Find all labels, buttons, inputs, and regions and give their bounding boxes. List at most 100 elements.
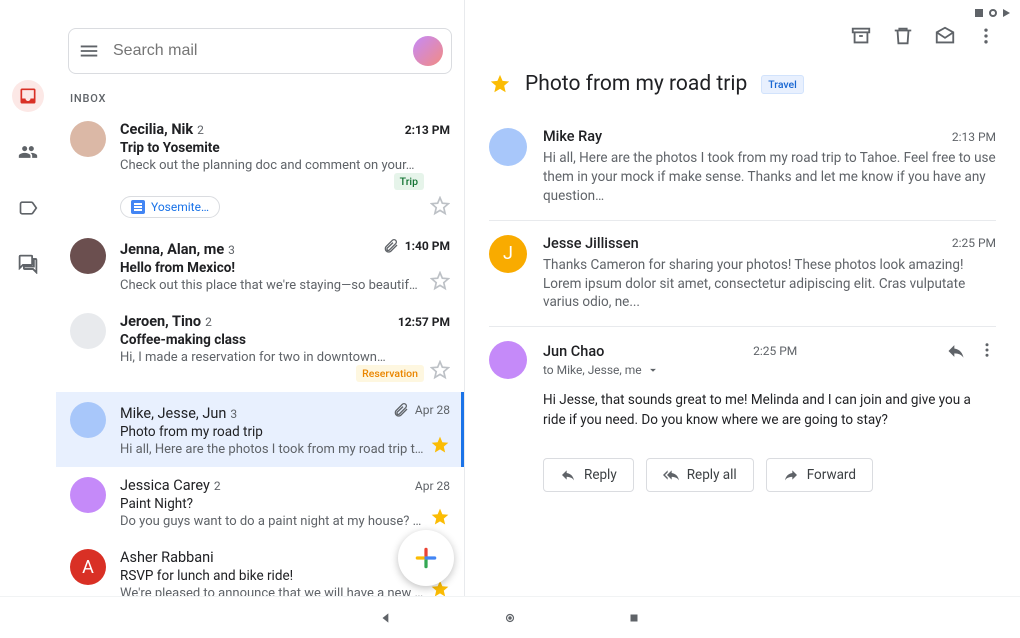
message-detail-panel: Photo from my road trip Travel Mike Ray …	[465, 0, 1020, 596]
message-list: Mike Ray 2:13 PM Hi all, Here are the ph…	[489, 114, 996, 444]
nav-inbox[interactable]	[12, 80, 44, 112]
thread-snippet: Hi all, Here are the photos I took from …	[120, 442, 450, 457]
nav-chat[interactable]	[12, 248, 44, 280]
search-input[interactable]	[113, 42, 401, 60]
reply-icon[interactable]	[946, 341, 966, 361]
thread-from: Jeroen, Tino	[120, 313, 201, 330]
thread-avatar	[70, 402, 106, 438]
thread-snippet: Do you guys want to do a paint night at …	[120, 514, 450, 529]
compose-button[interactable]	[398, 530, 454, 586]
overview-button[interactable]	[627, 611, 641, 625]
nav-people[interactable]	[12, 136, 44, 168]
reply-all-button[interactable]: Reply all	[646, 458, 754, 492]
message-from: Jun Chao	[543, 343, 604, 360]
message-from: Jesse Jillissen	[543, 235, 639, 252]
message-snippet: Hi all, Here are the photos I took from …	[543, 149, 996, 206]
account-avatar[interactable]	[413, 36, 443, 66]
thread-snippet: Check out this place that we're staying—…	[120, 278, 450, 293]
system-nav-bar	[0, 596, 1020, 638]
thread-avatar: A	[70, 549, 106, 585]
thread-list-panel: INBOX Cecilia, Nik 2 2:13 PM Trip to Yos…	[56, 0, 464, 596]
message-avatar: J	[489, 235, 527, 273]
forward-button[interactable]: Forward	[766, 458, 873, 492]
thread-item[interactable]: Cecilia, Nik 2 2:13 PM Trip to Yosemite …	[56, 111, 464, 228]
detail-title: Photo from my road trip	[525, 72, 747, 96]
thread-label: Trip	[394, 173, 424, 190]
detail-header: Photo from my road trip Travel	[489, 72, 996, 96]
thread-avatar	[70, 238, 106, 274]
menu-icon[interactable]	[77, 39, 101, 63]
thread-label: Reservation	[356, 365, 424, 382]
thread-subject: Paint Night?	[120, 496, 450, 512]
thread-time: 1:40 PM	[383, 238, 450, 254]
thread-count: 3	[228, 243, 235, 257]
people-icon	[18, 142, 38, 162]
thread-time: 2:13 PM	[405, 123, 450, 137]
thread-list: Cecilia, Nik 2 2:13 PM Trip to Yosemite …	[56, 111, 464, 596]
detail-toolbar	[489, 0, 996, 72]
thread-count: 2	[205, 315, 212, 329]
reply-button[interactable]: Reply	[543, 458, 634, 492]
section-label: INBOX	[70, 92, 464, 105]
star-toggle[interactable]	[430, 435, 450, 455]
message[interactable]: J Jesse Jillissen 2:25 PM Thanks Cameron…	[489, 220, 996, 327]
message-avatar	[489, 128, 527, 166]
thread-avatar	[70, 313, 106, 349]
thread-snippet: Hi, I made a reservation for two in down…	[120, 350, 450, 382]
message-time: 2:25 PM	[952, 236, 996, 250]
message-time: 2:13 PM	[952, 130, 996, 144]
archive-button[interactable]	[850, 25, 872, 47]
star-toggle[interactable]	[430, 196, 450, 216]
window-controls	[975, 8, 1010, 17]
message-avatar	[489, 341, 527, 379]
thread-subject: Hello from Mexico!	[120, 260, 450, 276]
thread-subject: Coffee-making class	[120, 332, 450, 348]
delete-button[interactable]	[892, 25, 914, 47]
nav-labels[interactable]	[12, 192, 44, 224]
thread-item[interactable]: Mike, Jesse, Jun 3 Apr 28 Photo from my …	[56, 392, 464, 467]
search-bar[interactable]	[68, 28, 452, 74]
detail-label[interactable]: Travel	[761, 75, 804, 94]
message-from: Mike Ray	[543, 128, 602, 145]
thread-from: Jessica Carey	[120, 477, 210, 494]
thread-item[interactable]: Jenna, Alan, me 3 1:40 PM Hello from Mex…	[56, 228, 464, 303]
star-toggle[interactable]	[430, 360, 450, 380]
reply-all-label: Reply all	[687, 467, 737, 483]
thread-count: 3	[230, 407, 237, 421]
message-snippet: Thanks Cameron for sharing your photos! …	[543, 256, 996, 313]
plus-icon	[413, 545, 439, 571]
thread-count: 2	[214, 479, 221, 493]
message[interactable]: Mike Ray 2:13 PM Hi all, Here are the ph…	[489, 114, 996, 220]
thread-time: Apr 28	[393, 402, 450, 418]
star-icon[interactable]	[489, 73, 511, 95]
label-icon	[18, 198, 38, 218]
star-toggle[interactable]	[430, 271, 450, 291]
thread-time: 12:57 PM	[398, 315, 450, 329]
chevron-down-icon	[646, 363, 660, 377]
nav-rail	[0, 0, 56, 596]
message-time: 2:25 PM	[753, 344, 797, 358]
back-button[interactable]	[379, 611, 393, 625]
thread-snippet: Check out the planning doc and comment o…	[120, 158, 450, 190]
reply-label: Reply	[584, 467, 617, 483]
thread-from: Cecilia, Nik	[120, 121, 193, 138]
more-button[interactable]	[976, 26, 996, 46]
attachment-chip[interactable]: Yosemite…	[120, 196, 220, 218]
message-recipients[interactable]: to Mike, Jesse, me	[543, 363, 996, 377]
thread-item[interactable]: Jeroen, Tino 2 12:57 PM Coffee-making cl…	[56, 303, 464, 392]
thread-time: Apr 28	[415, 479, 450, 493]
thread-item[interactable]: Jessica Carey 2 Apr 28 Paint Night? Do y…	[56, 467, 464, 539]
thread-count: 2	[197, 123, 204, 137]
mark-unread-button[interactable]	[934, 25, 956, 47]
thread-subject: Trip to Yosemite	[120, 140, 450, 156]
message-more-icon[interactable]	[978, 341, 996, 361]
star-toggle[interactable]	[430, 507, 450, 527]
thread-from: Asher Rabbani	[120, 549, 214, 566]
thread-subject: Photo from my road trip	[120, 424, 450, 440]
message[interactable]: Jun Chao 2:25 PM to Mike, Jesse, me Hi J…	[489, 326, 996, 444]
doc-icon	[131, 200, 145, 214]
home-button[interactable]	[503, 611, 517, 625]
thread-avatar	[70, 477, 106, 513]
forward-label: Forward	[807, 467, 856, 483]
thread-from: Jenna, Alan, me	[120, 241, 224, 258]
